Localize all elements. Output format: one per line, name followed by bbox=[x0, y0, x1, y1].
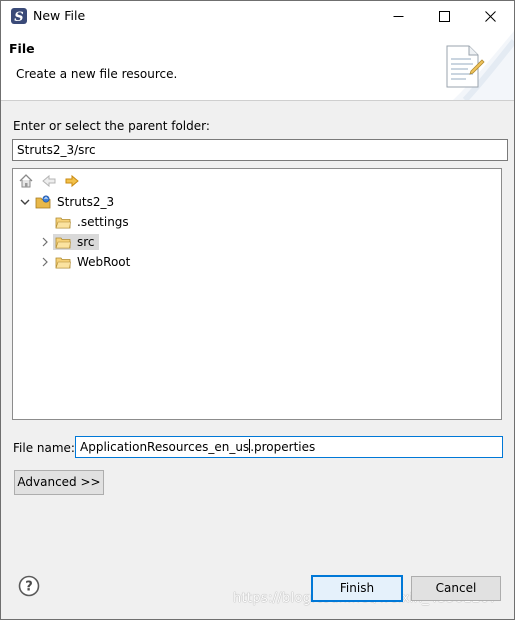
new-file-document-icon bbox=[438, 43, 486, 89]
tree-item-label: .settings bbox=[77, 215, 129, 229]
eclipse-s-icon: S bbox=[10, 7, 28, 25]
parent-folder-input[interactable]: Struts2_3/src bbox=[12, 139, 508, 161]
forward-arrow-icon[interactable] bbox=[64, 173, 80, 189]
tree-toolbar bbox=[13, 169, 501, 193]
parent-folder-label: Enter or select the parent folder: bbox=[13, 119, 210, 133]
advanced-button[interactable]: Advanced >> bbox=[14, 470, 104, 495]
file-name-text-before-caret: ApplicationResources_en_us bbox=[80, 440, 250, 454]
tree-item-label: src bbox=[77, 235, 95, 249]
header-title: File bbox=[9, 41, 35, 56]
file-name-input[interactable]: ApplicationResources_en_us.properties bbox=[75, 436, 503, 458]
close-icon bbox=[484, 10, 496, 22]
selected-row-highlight: src bbox=[53, 234, 99, 250]
wizard-header: File Create a new file resource. bbox=[1, 31, 515, 103]
chevron-right-icon[interactable] bbox=[39, 256, 51, 268]
header-description: Create a new file resource. bbox=[16, 67, 178, 81]
tree-item-settings[interactable]: .settings bbox=[55, 213, 131, 231]
back-arrow-icon[interactable] bbox=[41, 173, 57, 189]
tree-item-project[interactable]: Struts2_3 bbox=[19, 193, 116, 211]
svg-text:?: ? bbox=[25, 580, 33, 595]
maximize-icon bbox=[438, 10, 450, 22]
cancel-button[interactable]: Cancel bbox=[411, 576, 501, 601]
help-icon[interactable]: ? bbox=[18, 575, 40, 597]
file-name-text-after-caret: .properties bbox=[250, 440, 316, 454]
wizard-body: Enter or select the parent folder: Strut… bbox=[1, 101, 514, 619]
project-folder-icon bbox=[35, 195, 51, 209]
chevron-right-icon[interactable] bbox=[39, 236, 51, 248]
finish-button[interactable]: Finish bbox=[311, 575, 403, 602]
folder-icon bbox=[55, 235, 71, 249]
chevron-down-icon[interactable] bbox=[19, 196, 31, 208]
maximize-button[interactable] bbox=[421, 1, 467, 31]
tree-item-src[interactable]: src bbox=[39, 233, 99, 251]
folder-tree[interactable]: Struts2_3 .settings src WebRoot bbox=[12, 168, 502, 420]
minimize-button[interactable] bbox=[375, 1, 421, 31]
title-bar[interactable]: S New File bbox=[1, 1, 514, 31]
folder-icon bbox=[55, 215, 71, 229]
home-icon[interactable] bbox=[18, 173, 34, 189]
file-name-label: File name: bbox=[13, 441, 75, 455]
svg-text:S: S bbox=[14, 10, 23, 25]
minimize-icon bbox=[393, 11, 404, 22]
close-button[interactable] bbox=[467, 1, 513, 31]
tree-item-webroot[interactable]: WebRoot bbox=[39, 253, 132, 271]
new-file-dialog: S New File File Create a new file resour… bbox=[0, 0, 515, 620]
tree-item-label: WebRoot bbox=[77, 255, 131, 269]
tree-item-label: Struts2_3 bbox=[57, 195, 115, 209]
window-title: New File bbox=[33, 8, 86, 23]
folder-icon bbox=[55, 255, 71, 269]
